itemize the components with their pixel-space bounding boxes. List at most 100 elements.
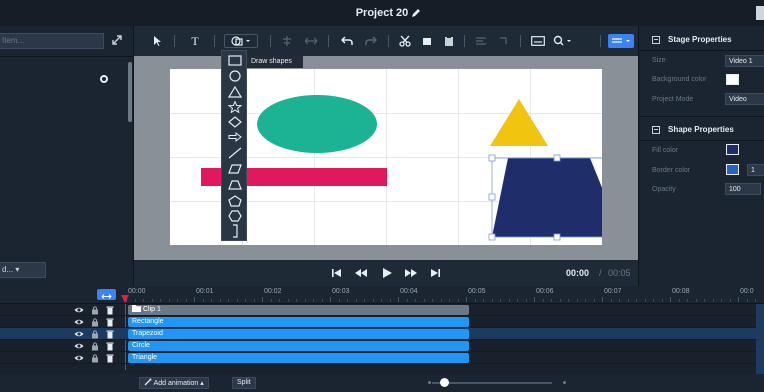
clip-trapezoid[interactable]: Trapezoid	[128, 329, 469, 339]
view-mode-button[interactable]	[608, 34, 634, 48]
zoom-slider-handle[interactable]	[440, 378, 449, 387]
shape-properties-header[interactable]: Shape Properties	[639, 118, 764, 140]
shape-triangle[interactable]	[226, 85, 244, 99]
time-ruler[interactable]: 00:00 00:01 00:02 00:03 00:04 00:05 00:0…	[0, 286, 764, 304]
shape-parallelogram[interactable]	[226, 162, 244, 176]
shape-trapezoid[interactable]	[226, 178, 244, 192]
shape-arrow[interactable]	[226, 130, 244, 144]
ruler-tick	[423, 299, 425, 302]
lock-icon[interactable]	[90, 317, 100, 327]
shape-circle[interactable]	[226, 69, 244, 83]
shape-hexagon[interactable]	[226, 209, 244, 223]
ruler-label: 00:02	[264, 288, 282, 295]
add-animation-button[interactable]: Add animation ▴	[139, 377, 209, 389]
skip-end-icon[interactable]	[428, 267, 442, 279]
text-tool-button[interactable]: T	[188, 34, 202, 48]
skip-start-icon[interactable]	[330, 267, 344, 279]
ruler-tick	[143, 299, 144, 302]
align-button[interactable]	[280, 34, 294, 48]
undo-button[interactable]	[340, 34, 354, 48]
search-input[interactable]: Item...	[0, 33, 104, 49]
track-row[interactable]: Rectangle	[0, 316, 764, 328]
zoom-out-dot[interactable]	[428, 381, 431, 384]
trash-icon[interactable]	[105, 341, 115, 351]
rewind-icon[interactable]	[354, 267, 368, 279]
timeline-toggle-button[interactable]	[97, 289, 116, 300]
eye-icon[interactable]	[74, 317, 84, 327]
eye-icon[interactable]	[74, 329, 84, 339]
border-width-input[interactable]: 1	[747, 164, 764, 176]
clip-triangle[interactable]: Triangle	[128, 353, 469, 363]
paste-button[interactable]	[442, 34, 456, 48]
shape-menu	[221, 50, 247, 241]
project-mode-select[interactable]: Video	[725, 93, 764, 105]
ungroup-button[interactable]	[496, 34, 510, 48]
eye-icon[interactable]	[74, 341, 84, 351]
subtitles-button[interactable]	[530, 34, 546, 48]
shape-bracket[interactable]	[226, 224, 244, 238]
expand-icon[interactable]	[110, 33, 124, 47]
zoom-slider[interactable]	[432, 382, 552, 384]
divider	[600, 35, 601, 47]
lock-icon[interactable]	[90, 305, 100, 315]
zoom-in-dot[interactable]	[563, 381, 566, 384]
track-row[interactable]: Circle	[0, 340, 764, 352]
select-tool-button[interactable]	[150, 34, 164, 48]
size-select[interactable]: Video 1	[725, 55, 764, 67]
fast-forward-icon[interactable]	[404, 267, 418, 279]
triangle-shape[interactable]	[490, 99, 548, 146]
shape-properties-heading: Shape Properties	[668, 125, 734, 134]
zoom-dropdown[interactable]	[552, 34, 574, 48]
opacity-input[interactable]: 100	[725, 183, 761, 195]
background-color-swatch[interactable]	[726, 74, 739, 85]
track-row[interactable]: Clip 1	[0, 304, 764, 316]
playhead[interactable]	[121, 295, 129, 303]
trapezoid-shape[interactable]	[492, 158, 602, 237]
distribute-button[interactable]	[304, 34, 318, 48]
ruler-tick	[712, 299, 714, 302]
visibility-radio[interactable]	[100, 75, 108, 83]
copy-button[interactable]	[420, 34, 434, 48]
eye-icon[interactable]	[74, 305, 84, 315]
lock-icon[interactable]	[90, 341, 100, 351]
lock-icon[interactable]	[90, 353, 100, 363]
play-icon[interactable]	[380, 267, 394, 279]
shape-line[interactable]	[226, 146, 244, 160]
shape-diamond[interactable]	[226, 115, 244, 129]
stage-properties-header[interactable]: Stage Properties	[639, 28, 764, 50]
split-button[interactable]: Split	[232, 377, 256, 389]
clip-rectangle[interactable]: Rectangle	[128, 317, 469, 327]
fill-color-label: Fill color	[652, 147, 679, 154]
lock-icon[interactable]	[90, 329, 100, 339]
clip-group[interactable]: Clip 1	[128, 305, 469, 315]
tooltip: Draw shapes	[247, 55, 303, 68]
trash-icon[interactable]	[105, 305, 115, 315]
group-icon	[476, 37, 486, 45]
ellipse-shape[interactable]	[257, 95, 377, 153]
ungroup-icon	[500, 37, 507, 44]
distribute-icon	[305, 37, 317, 45]
border-color-swatch[interactable]	[726, 164, 739, 175]
fill-color-swatch[interactable]	[726, 144, 739, 155]
cut-button[interactable]	[398, 34, 412, 48]
redo-button[interactable]	[364, 34, 378, 48]
shape-star[interactable]	[226, 100, 244, 114]
pencil-icon[interactable]	[410, 7, 422, 19]
track-row[interactable]: Triangle	[0, 352, 764, 364]
shape-pentagon[interactable]	[226, 194, 244, 208]
ruler-label: 00:06	[536, 288, 554, 295]
track-row-selected[interactable]: Trapezoid	[0, 328, 764, 340]
trash-icon[interactable]	[105, 317, 115, 327]
shape-rectangle[interactable]	[226, 53, 244, 67]
trash-icon[interactable]	[105, 329, 115, 339]
scrollbar[interactable]	[128, 62, 132, 122]
ruler-tick	[355, 299, 357, 302]
eye-icon[interactable]	[74, 353, 84, 363]
ruler-tick	[347, 299, 348, 302]
shape-tool-button[interactable]	[224, 34, 258, 48]
group-button[interactable]	[474, 34, 488, 48]
clip-circle[interactable]: Circle	[128, 341, 469, 351]
ruler-tick	[440, 299, 442, 302]
layout-select[interactable]: d... ▾	[0, 262, 46, 278]
trash-icon[interactable]	[105, 353, 115, 363]
